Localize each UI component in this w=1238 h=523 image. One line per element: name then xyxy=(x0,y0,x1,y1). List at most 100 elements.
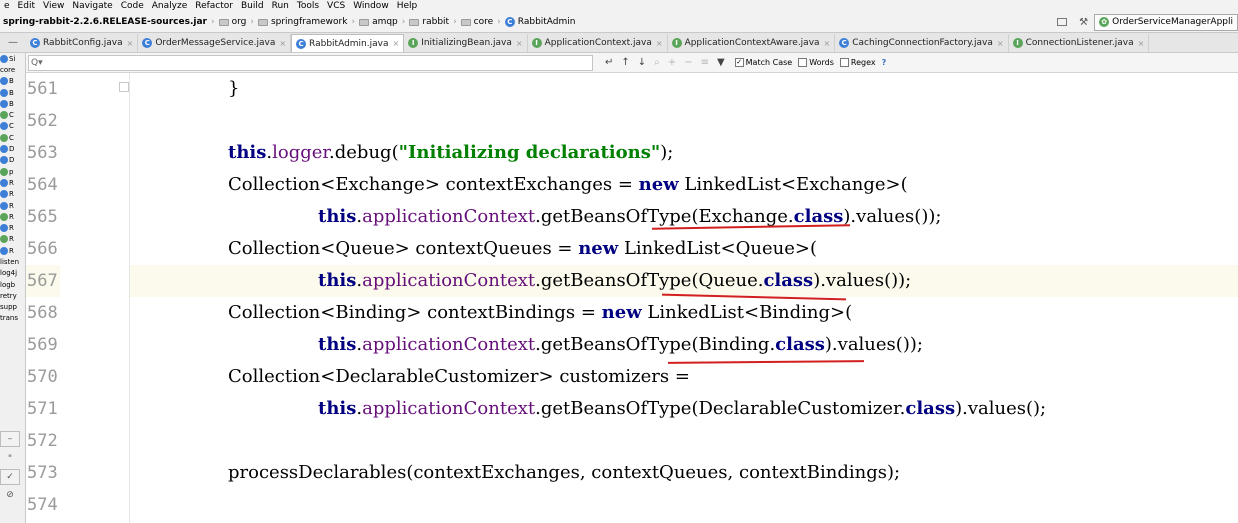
project-tree-item[interactable]: retry xyxy=(0,290,25,301)
tab-rabbitadmin[interactable]: C RabbitAdmin.java × xyxy=(291,34,405,52)
project-tree-item[interactable]: R xyxy=(0,245,25,256)
tab-applicationcontextaware[interactable]: I ApplicationContextAware.java × xyxy=(668,34,836,52)
project-tree-item[interactable]: R xyxy=(0,211,25,222)
code-line[interactable] xyxy=(130,489,1238,521)
search-field[interactable]: Q▾ xyxy=(28,54,593,71)
words-checkbox[interactable]: Words xyxy=(798,58,834,67)
code-line-current[interactable]: this.applicationContext.getBeansOfType(Q… xyxy=(130,265,1238,297)
expand-button[interactable]: ✓ xyxy=(0,469,20,485)
code-line[interactable]: Collection<Binding> contextBindings = ne… xyxy=(130,297,1238,329)
project-tree-item[interactable]: core xyxy=(0,64,25,75)
settings-marker[interactable]: ⊘ xyxy=(0,487,20,503)
menu-help[interactable]: Help xyxy=(393,0,422,12)
project-tree-item[interactable]: R xyxy=(0,189,25,200)
tab-connectionlistener[interactable]: I ConnectionListener.java × xyxy=(1009,34,1150,52)
collapse-button[interactable]: – xyxy=(0,431,20,447)
breadcrumb-core[interactable]: core xyxy=(458,17,497,27)
code-editor[interactable]: 561 562 563 564 565 566 567 568 569 570 … xyxy=(26,73,1238,523)
project-tree-item[interactable]: D xyxy=(0,155,25,166)
next-occurrence-icon[interactable]: ↓ xyxy=(634,57,650,68)
find-bar: Q▾ ↵ ↑ ↓ ⌕ + − ≡ ▼ ✓ Match Case Words Reg… xyxy=(26,53,1238,73)
tab-rabbitconfig[interactable]: C RabbitConfig.java × xyxy=(26,34,139,52)
menu-build[interactable]: Build xyxy=(237,0,268,12)
menu-window[interactable]: Window xyxy=(349,0,393,12)
code-line[interactable]: this.applicationContext.getBeansOfType(D… xyxy=(130,393,1238,425)
previous-occurrence-icon[interactable]: ↑ xyxy=(617,57,633,68)
tab-applicationcontext[interactable]: I ApplicationContext.java × xyxy=(528,34,668,52)
breadcrumb-rabbitadmin[interactable]: C RabbitAdmin xyxy=(502,17,579,27)
menu-refactor[interactable]: Refactor xyxy=(191,0,237,12)
code-line[interactable] xyxy=(130,105,1238,137)
breadcrumb-springframework[interactable]: springframework xyxy=(255,17,351,27)
project-tree-item[interactable]: listen xyxy=(0,256,25,267)
menu-tools[interactable]: Tools xyxy=(293,0,323,12)
project-tree-item[interactable]: trans xyxy=(0,313,25,324)
breadcrumb-jar[interactable]: spring-rabbit-2.2.6.RELEASE-sources.jar xyxy=(0,17,210,27)
tab-cachingconnectionfactory[interactable]: C CachingConnectionFactory.java × xyxy=(835,34,1009,52)
code-line[interactable]: processDeclarables(contextExchanges, con… xyxy=(130,457,1238,489)
menu-analyze[interactable]: Analyze xyxy=(148,0,191,12)
menu-edit[interactable]: Edit xyxy=(14,0,39,12)
project-tree-item[interactable]: R xyxy=(0,177,25,188)
project-tree-item[interactable]: R xyxy=(0,222,25,233)
project-tree-item[interactable]: p xyxy=(0,166,25,177)
close-icon[interactable]: × xyxy=(824,39,831,48)
close-icon[interactable]: × xyxy=(279,39,286,48)
filter-icon[interactable]: ▼ xyxy=(713,57,729,68)
project-tree-item[interactable]: B xyxy=(0,76,25,87)
tab-initializingbean[interactable]: I InitializingBean.java × xyxy=(404,34,528,52)
code-line[interactable]: this.logger.debug("Initializing declarat… xyxy=(130,137,1238,169)
search-input[interactable] xyxy=(42,57,592,68)
tab-ordermessageservice[interactable]: C OrderMessageService.java × xyxy=(138,34,292,52)
add-selection-icon[interactable]: + xyxy=(664,57,680,68)
select-all-occurrences-icon[interactable]: ≡ xyxy=(697,57,713,68)
project-tree-item[interactable]: B xyxy=(0,87,25,98)
menu-run[interactable]: Run xyxy=(268,0,293,12)
breadcrumb-amqp[interactable]: amqp xyxy=(356,17,401,27)
close-icon[interactable]: × xyxy=(127,39,134,48)
window-icon[interactable] xyxy=(1057,18,1068,26)
remove-selection-icon[interactable]: − xyxy=(680,57,696,68)
close-icon[interactable]: × xyxy=(392,39,399,48)
project-tree-item[interactable]: R xyxy=(0,234,25,245)
regex-checkbox[interactable]: Regex xyxy=(839,58,876,67)
menu-navigate[interactable]: Navigate xyxy=(68,0,116,12)
code-line[interactable]: Collection<Queue> contextQueues = new Li… xyxy=(130,233,1238,265)
regex-help-link[interactable]: ? xyxy=(882,58,887,67)
project-tree-item[interactable]: B xyxy=(0,98,25,109)
match-case-checkbox[interactable]: ✓ Match Case xyxy=(734,58,792,67)
project-tree-item[interactable]: R xyxy=(0,200,25,211)
menu-file[interactable]: e xyxy=(0,0,14,12)
project-tree-item[interactable]: log4j xyxy=(0,268,25,279)
code-line[interactable]: } xyxy=(130,73,1238,105)
code-line[interactable] xyxy=(130,425,1238,457)
project-tree-label: R xyxy=(9,246,14,255)
project-tree-item[interactable]: Si xyxy=(0,53,25,64)
project-tree-item[interactable]: D xyxy=(0,143,25,154)
fold-marker-icon[interactable] xyxy=(119,82,129,92)
close-icon[interactable]: × xyxy=(516,39,523,48)
close-icon[interactable]: × xyxy=(656,39,663,48)
breadcrumb-org[interactable]: org xyxy=(216,17,250,27)
build-hammer-icon[interactable]: ⚒ xyxy=(1079,17,1088,28)
project-tree-item[interactable]: C xyxy=(0,121,25,132)
breadcrumb-rabbit[interactable]: rabbit xyxy=(406,17,452,27)
code-line[interactable]: this.applicationContext.getBeansOfType(B… xyxy=(130,329,1238,361)
menu-view[interactable]: View xyxy=(39,0,68,12)
project-tree-item[interactable]: logb xyxy=(0,279,25,290)
project-tree-item[interactable]: supp xyxy=(0,302,25,313)
code-area[interactable]: } this.logger.debug("Initializing declar… xyxy=(130,73,1238,523)
code-line[interactable]: Collection<Exchange> contextExchanges = … xyxy=(130,169,1238,201)
close-icon[interactable]: × xyxy=(1138,39,1145,48)
string-literal: "Initializing declarations" xyxy=(398,142,661,163)
collapse-project-icon[interactable]: — xyxy=(0,33,26,52)
find-in-path-icon[interactable]: ⌕ xyxy=(650,57,664,68)
new-line-icon[interactable]: ↵ xyxy=(601,57,617,68)
menu-vcs[interactable]: VCS xyxy=(323,0,349,12)
run-configuration-selector[interactable]: ✿ OrderServiceManagerAppli xyxy=(1094,13,1238,31)
code-line[interactable]: Collection<DeclarableCustomizer> customi… xyxy=(130,361,1238,393)
project-tree-item[interactable]: C xyxy=(0,109,25,120)
project-tree-item[interactable]: C xyxy=(0,132,25,143)
menu-code[interactable]: Code xyxy=(117,0,148,12)
close-icon[interactable]: × xyxy=(997,39,1004,48)
